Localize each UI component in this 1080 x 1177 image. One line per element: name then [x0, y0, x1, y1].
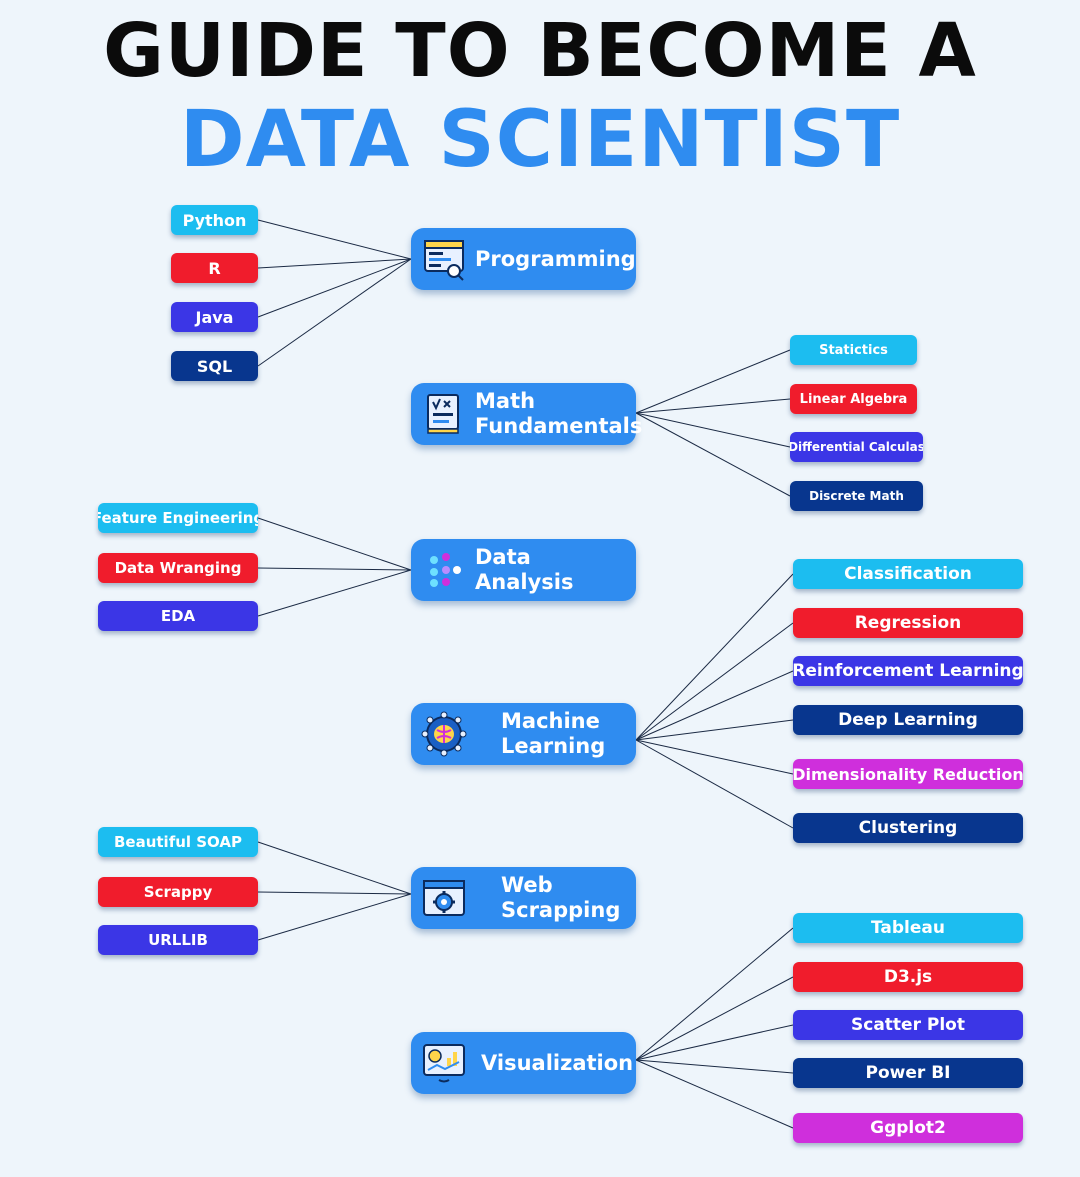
leaf-python: Python	[171, 205, 258, 235]
hub-label: Math Fundamentals	[475, 389, 643, 438]
hub-programming: Programming	[411, 228, 636, 290]
leaf-tableau: Tableau	[793, 913, 1023, 943]
title-line-1: GUIDE TO BECOME A	[103, 8, 977, 94]
brain-network-icon	[419, 709, 469, 759]
leaf-urllib: URLLIB	[98, 925, 258, 955]
connector-line	[257, 258, 412, 367]
leaf-deep-learning: Deep Learning	[793, 705, 1023, 735]
hub-web-scrapping: Web Scrapping	[411, 867, 636, 929]
leaf-regression: Regression	[793, 608, 1023, 638]
connector-line	[257, 258, 412, 269]
connector-line	[635, 1059, 794, 1129]
connector-line	[257, 219, 412, 260]
connector-line	[635, 1059, 794, 1074]
hub-label: Data Analysis	[475, 545, 574, 594]
chart-monitor-icon	[419, 1038, 469, 1088]
hub-label: Visualization	[481, 1050, 634, 1075]
hub-label: Programming	[475, 246, 636, 271]
leaf-clustering: Clustering	[793, 813, 1023, 843]
leaf-dimensionality-reduction: Dimensionality Reduction	[793, 759, 1023, 789]
connector-line	[257, 891, 412, 895]
connector-line	[257, 567, 412, 571]
connector-line	[257, 841, 412, 895]
connector-line	[635, 739, 794, 829]
leaf-data-wrangling: Data Wranging	[98, 553, 258, 583]
title-line-2: DATA SCIENTIST	[179, 95, 901, 185]
leaf-differential-calculus: Differential Calculas	[790, 432, 923, 462]
leaf-scatter-plot: Scatter Plot	[793, 1010, 1023, 1040]
leaf-power-bi: Power BI	[793, 1058, 1023, 1088]
connector-line	[635, 622, 794, 741]
leaf-d3js: D3.js	[793, 962, 1023, 992]
leaf-statistics: Statictics	[790, 335, 917, 365]
connector-line	[257, 893, 412, 941]
connector-line	[635, 412, 791, 448]
connector-line	[635, 670, 794, 741]
connector-line	[257, 517, 412, 571]
leaf-java: Java	[171, 302, 258, 332]
leaf-discrete-math: Discrete Math	[790, 481, 923, 511]
hub-visualization: Visualization	[411, 1032, 636, 1094]
connector-line	[257, 569, 412, 617]
hub-machine-learning: Machine Learning	[411, 703, 636, 765]
leaf-eda: EDA	[98, 601, 258, 631]
connector-line	[635, 349, 791, 414]
hub-math-fundamentals: Math Fundamentals	[411, 383, 642, 445]
connector-line	[635, 927, 794, 1061]
code-window-icon	[419, 234, 469, 284]
browser-gear-icon	[419, 873, 469, 923]
leaf-scrappy: Scrappy	[98, 877, 258, 907]
leaf-classification: Classification	[793, 559, 1023, 589]
hub-label: Machine Learning	[501, 709, 606, 758]
connector-line	[635, 412, 791, 497]
leaf-reinforcement-learning: Reinforcement Learning	[793, 656, 1023, 686]
formula-book-icon	[419, 389, 469, 439]
connector-line	[635, 573, 794, 741]
leaf-ggplot2: Ggplot2	[793, 1113, 1023, 1143]
leaf-linear-algebra: Linear Algebra	[790, 384, 917, 414]
connector-line	[635, 739, 794, 775]
leaf-beautiful-soap: Beautiful SOAP	[98, 827, 258, 857]
leaf-r: R	[171, 253, 258, 283]
connector-line	[257, 258, 412, 318]
hub-data-analysis: Data Analysis	[411, 539, 636, 601]
connector-line	[635, 1024, 794, 1061]
leaf-sql: SQL	[171, 351, 258, 381]
hub-label: Web Scrapping	[501, 873, 621, 922]
connector-line	[635, 976, 794, 1061]
connector-line	[635, 719, 794, 741]
leaf-feature-engineering: Feature Engineering	[98, 503, 258, 533]
connector-line	[635, 398, 791, 414]
dots-cluster-icon	[419, 545, 469, 595]
